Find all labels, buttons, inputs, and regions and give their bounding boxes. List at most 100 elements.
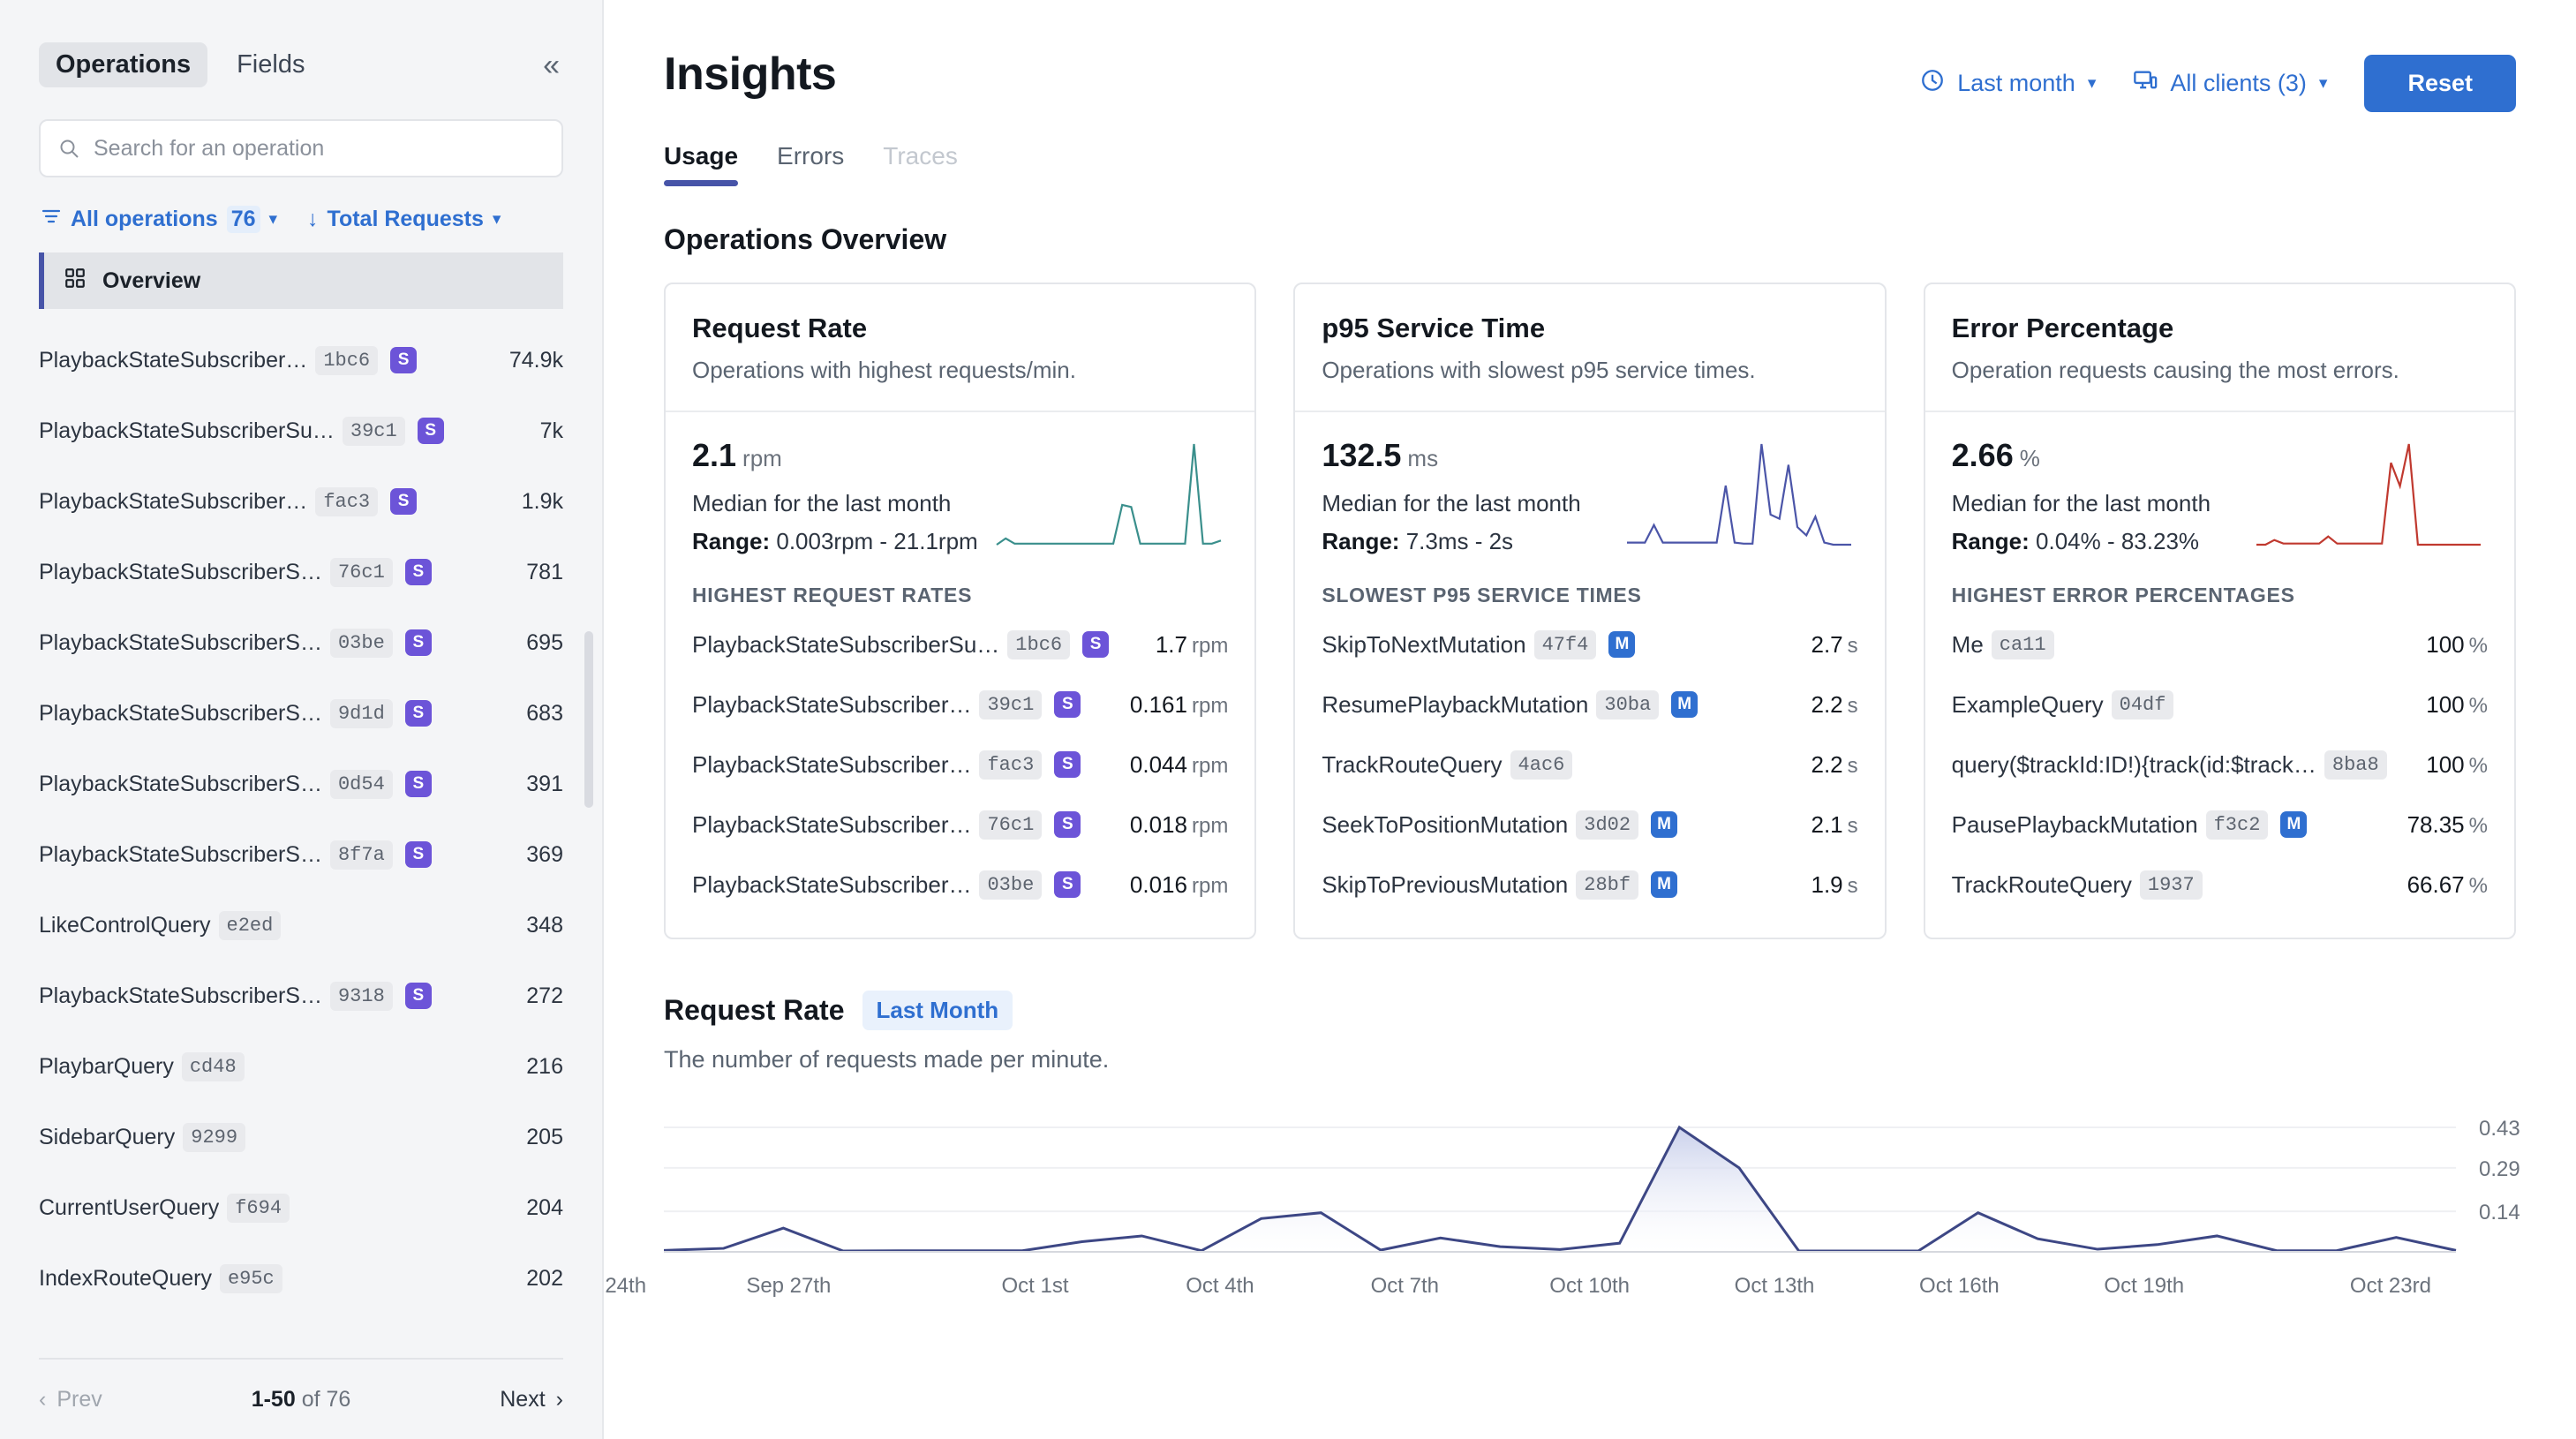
operation-name: PlaybackStateSubscriber… [39, 348, 307, 373]
list-item[interactable]: PlaybackStateSubscriberS…8f7aS369 [39, 819, 563, 890]
tab-traces[interactable]: Traces [883, 142, 958, 186]
list-item[interactable]: SidebarQuery9299205 [39, 1102, 563, 1172]
list-item[interactable]: PlaybackStateSubscriberS…0d54S391 [39, 749, 563, 819]
table-row[interactable]: query($trackId:ID!){track(id:$track…8ba8… [1952, 735, 2488, 795]
card-rows: Meca11100%ExampleQuery04df100%query($tra… [1925, 607, 2514, 938]
chevron-double-left-icon[interactable]: « [543, 50, 563, 80]
table-row[interactable]: Meca11100% [1952, 614, 2488, 674]
row-operation-name: PlaybackStateSubscriberSu… [692, 631, 999, 659]
time-range-selector[interactable]: Last month ▾ [1920, 68, 2096, 99]
row-kind-badge: M [1651, 871, 1677, 898]
clock-icon [1920, 68, 1945, 99]
operation-value: 683 [526, 701, 563, 727]
next-label: Next [500, 1387, 545, 1413]
list-item[interactable]: LikeControlQuerye2ed348 [39, 890, 563, 961]
operation-kind-badge: S [405, 841, 432, 868]
search-input-wrapper[interactable]: Search for an operation [39, 119, 563, 177]
list-item[interactable]: PlaybarQuerycd48216 [39, 1031, 563, 1102]
sidebar-item-overview[interactable]: Overview [39, 252, 563, 309]
next-page-button[interactable]: Next › [500, 1387, 563, 1413]
sidebar-tab-operations[interactable]: Operations [39, 42, 207, 87]
table-row[interactable]: SkipToNextMutation47f4M2.7s [1322, 614, 1857, 674]
card-header: p95 Service TimeOperations with slowest … [1295, 284, 1884, 412]
table-row[interactable]: PlaybackStateSubscriber…03beS0.016rpm [692, 855, 1228, 915]
list-item[interactable]: PlaybackStateSubscriberSu…39c1S7k [39, 396, 563, 466]
operation-hash: 9299 [183, 1123, 245, 1152]
prev-page-button[interactable]: ‹ Prev [39, 1387, 102, 1413]
table-row[interactable]: ExampleQuery04df100% [1952, 674, 2488, 735]
row-kind-badge: M [1671, 691, 1698, 718]
row-kind-badge: M [1651, 811, 1677, 838]
row-value: 0.161rpm [1130, 691, 1228, 719]
table-row[interactable]: PausePlaybackMutationf3c2M78.35% [1952, 795, 2488, 855]
operation-value: 1.9k [522, 489, 563, 515]
time-range-label: Last month [1957, 70, 2075, 97]
overview-card: Request RateOperations with highest requ… [664, 283, 1256, 939]
metric-caption: Median for the last month [1952, 490, 2211, 517]
metric-unit: rpm [742, 445, 782, 471]
tab-errors[interactable]: Errors [777, 142, 844, 186]
main-tab-bar: Usage Errors Traces [604, 112, 2576, 186]
row-value-unit: % [2469, 634, 2488, 658]
table-row[interactable]: ResumePlaybackMutation30baM2.2s [1322, 674, 1857, 735]
table-row[interactable]: SkipToPreviousMutation28bfM1.9s [1322, 855, 1857, 915]
table-row[interactable]: SeekToPositionMutation3d02M2.1s [1322, 795, 1857, 855]
table-row[interactable]: PlaybackStateSubscriberSu…1bc6S1.7rpm [692, 614, 1228, 674]
tab-usage[interactable]: Usage [664, 142, 738, 186]
reset-button[interactable]: Reset [2364, 55, 2516, 112]
all-operations-filter[interactable]: All operations 76 ▾ [41, 206, 277, 233]
list-item[interactable]: IndexRouteQuerye95c202 [39, 1243, 563, 1314]
table-row[interactable]: TrackRouteQuery4ac62.2s [1322, 735, 1857, 795]
metric-unit: % [2020, 445, 2040, 471]
card-body: 2.66%Median for the last monthRange: 0.0… [1925, 412, 2514, 564]
metric-range: Range: 7.3ms - 2s [1322, 528, 1580, 555]
sparkline-chart [1620, 437, 1858, 552]
row-value-unit: % [2469, 814, 2488, 838]
operation-name: SidebarQuery [39, 1125, 175, 1150]
card-list-label: HIGHEST REQUEST RATES [666, 564, 1254, 607]
list-item[interactable]: PlaybackStateSubscriber…fac3S1.9k [39, 466, 563, 537]
chart-x-tick-label: Oct 23rd [2350, 1274, 2431, 1299]
operation-kind-badge: S [405, 629, 432, 656]
operation-value: 272 [526, 983, 563, 1009]
sidebar-scrollbar[interactable] [584, 631, 593, 808]
chart-x-tick-label: Oct 4th [1186, 1274, 1254, 1299]
metric-value: 132.5ms [1322, 437, 1580, 474]
sidebar-tab-fields[interactable]: Fields [220, 42, 321, 87]
list-item[interactable]: PlaybackStateSubscriber…1bc6S74.9k [39, 325, 563, 396]
clients-selector[interactable]: All clients (3) ▾ [2133, 68, 2327, 99]
operation-hash: 9318 [330, 982, 393, 1011]
pagination-total: of 76 [302, 1387, 351, 1412]
list-item[interactable]: PlaybackStateSubscriberS…03beS695 [39, 607, 563, 678]
row-value-unit: s [1848, 874, 1858, 898]
chart-area-fill [664, 1127, 2456, 1252]
row-value-unit: rpm [1192, 874, 1228, 898]
list-item[interactable]: PlaybackStateSubscriberS…76c1S781 [39, 537, 563, 607]
card-title: p95 Service Time [1322, 313, 1857, 344]
row-operation-hash: f3c2 [2206, 810, 2269, 840]
metric-range: Range: 0.04% - 83.23% [1952, 528, 2211, 555]
row-value-number: 0.018 [1130, 811, 1187, 838]
table-row[interactable]: TrackRouteQuery193766.67% [1952, 855, 2488, 915]
table-row[interactable]: PlaybackStateSubscriber…fac3S0.044rpm [692, 735, 1228, 795]
row-operation-name: TrackRouteQuery [1952, 871, 2132, 899]
all-operations-label: All operations [71, 207, 218, 232]
card-subtitle: Operation requests causing the most erro… [1952, 357, 2488, 384]
table-row[interactable]: PlaybackStateSubscriber…39c1S0.161rpm [692, 674, 1228, 735]
operations-sidebar: Operations Fields « Search for an operat… [0, 0, 604, 1439]
request-rate-header: Request Rate Last Month [604, 939, 2576, 1030]
request-rate-chart[interactable]: 0.140.290.43 [604, 1074, 2576, 1269]
list-item[interactable]: CurrentUserQueryf694204 [39, 1172, 563, 1243]
operation-value: 695 [526, 630, 563, 656]
row-value-number: 66.67 [2407, 871, 2465, 898]
table-row[interactable]: PlaybackStateSubscriber…76c1S0.018rpm [692, 795, 1228, 855]
row-operation-hash: 39c1 [979, 690, 1042, 720]
request-rate-period-badge: Last Month [862, 991, 1013, 1030]
header-controls: Last month ▾ All clients (3) ▾ Reset [1920, 48, 2516, 112]
chevron-left-icon: ‹ [39, 1387, 46, 1413]
list-item[interactable]: PlaybackStateSubscriberS…9d1dS683 [39, 678, 563, 749]
prev-label: Prev [56, 1387, 102, 1413]
sort-total-requests[interactable]: ↓ Total Requests ▾ [307, 207, 501, 232]
list-item[interactable]: PlaybackStateSubscriberS…9318S272 [39, 961, 563, 1031]
pagination-range: 1-50 of 76 [252, 1387, 351, 1413]
